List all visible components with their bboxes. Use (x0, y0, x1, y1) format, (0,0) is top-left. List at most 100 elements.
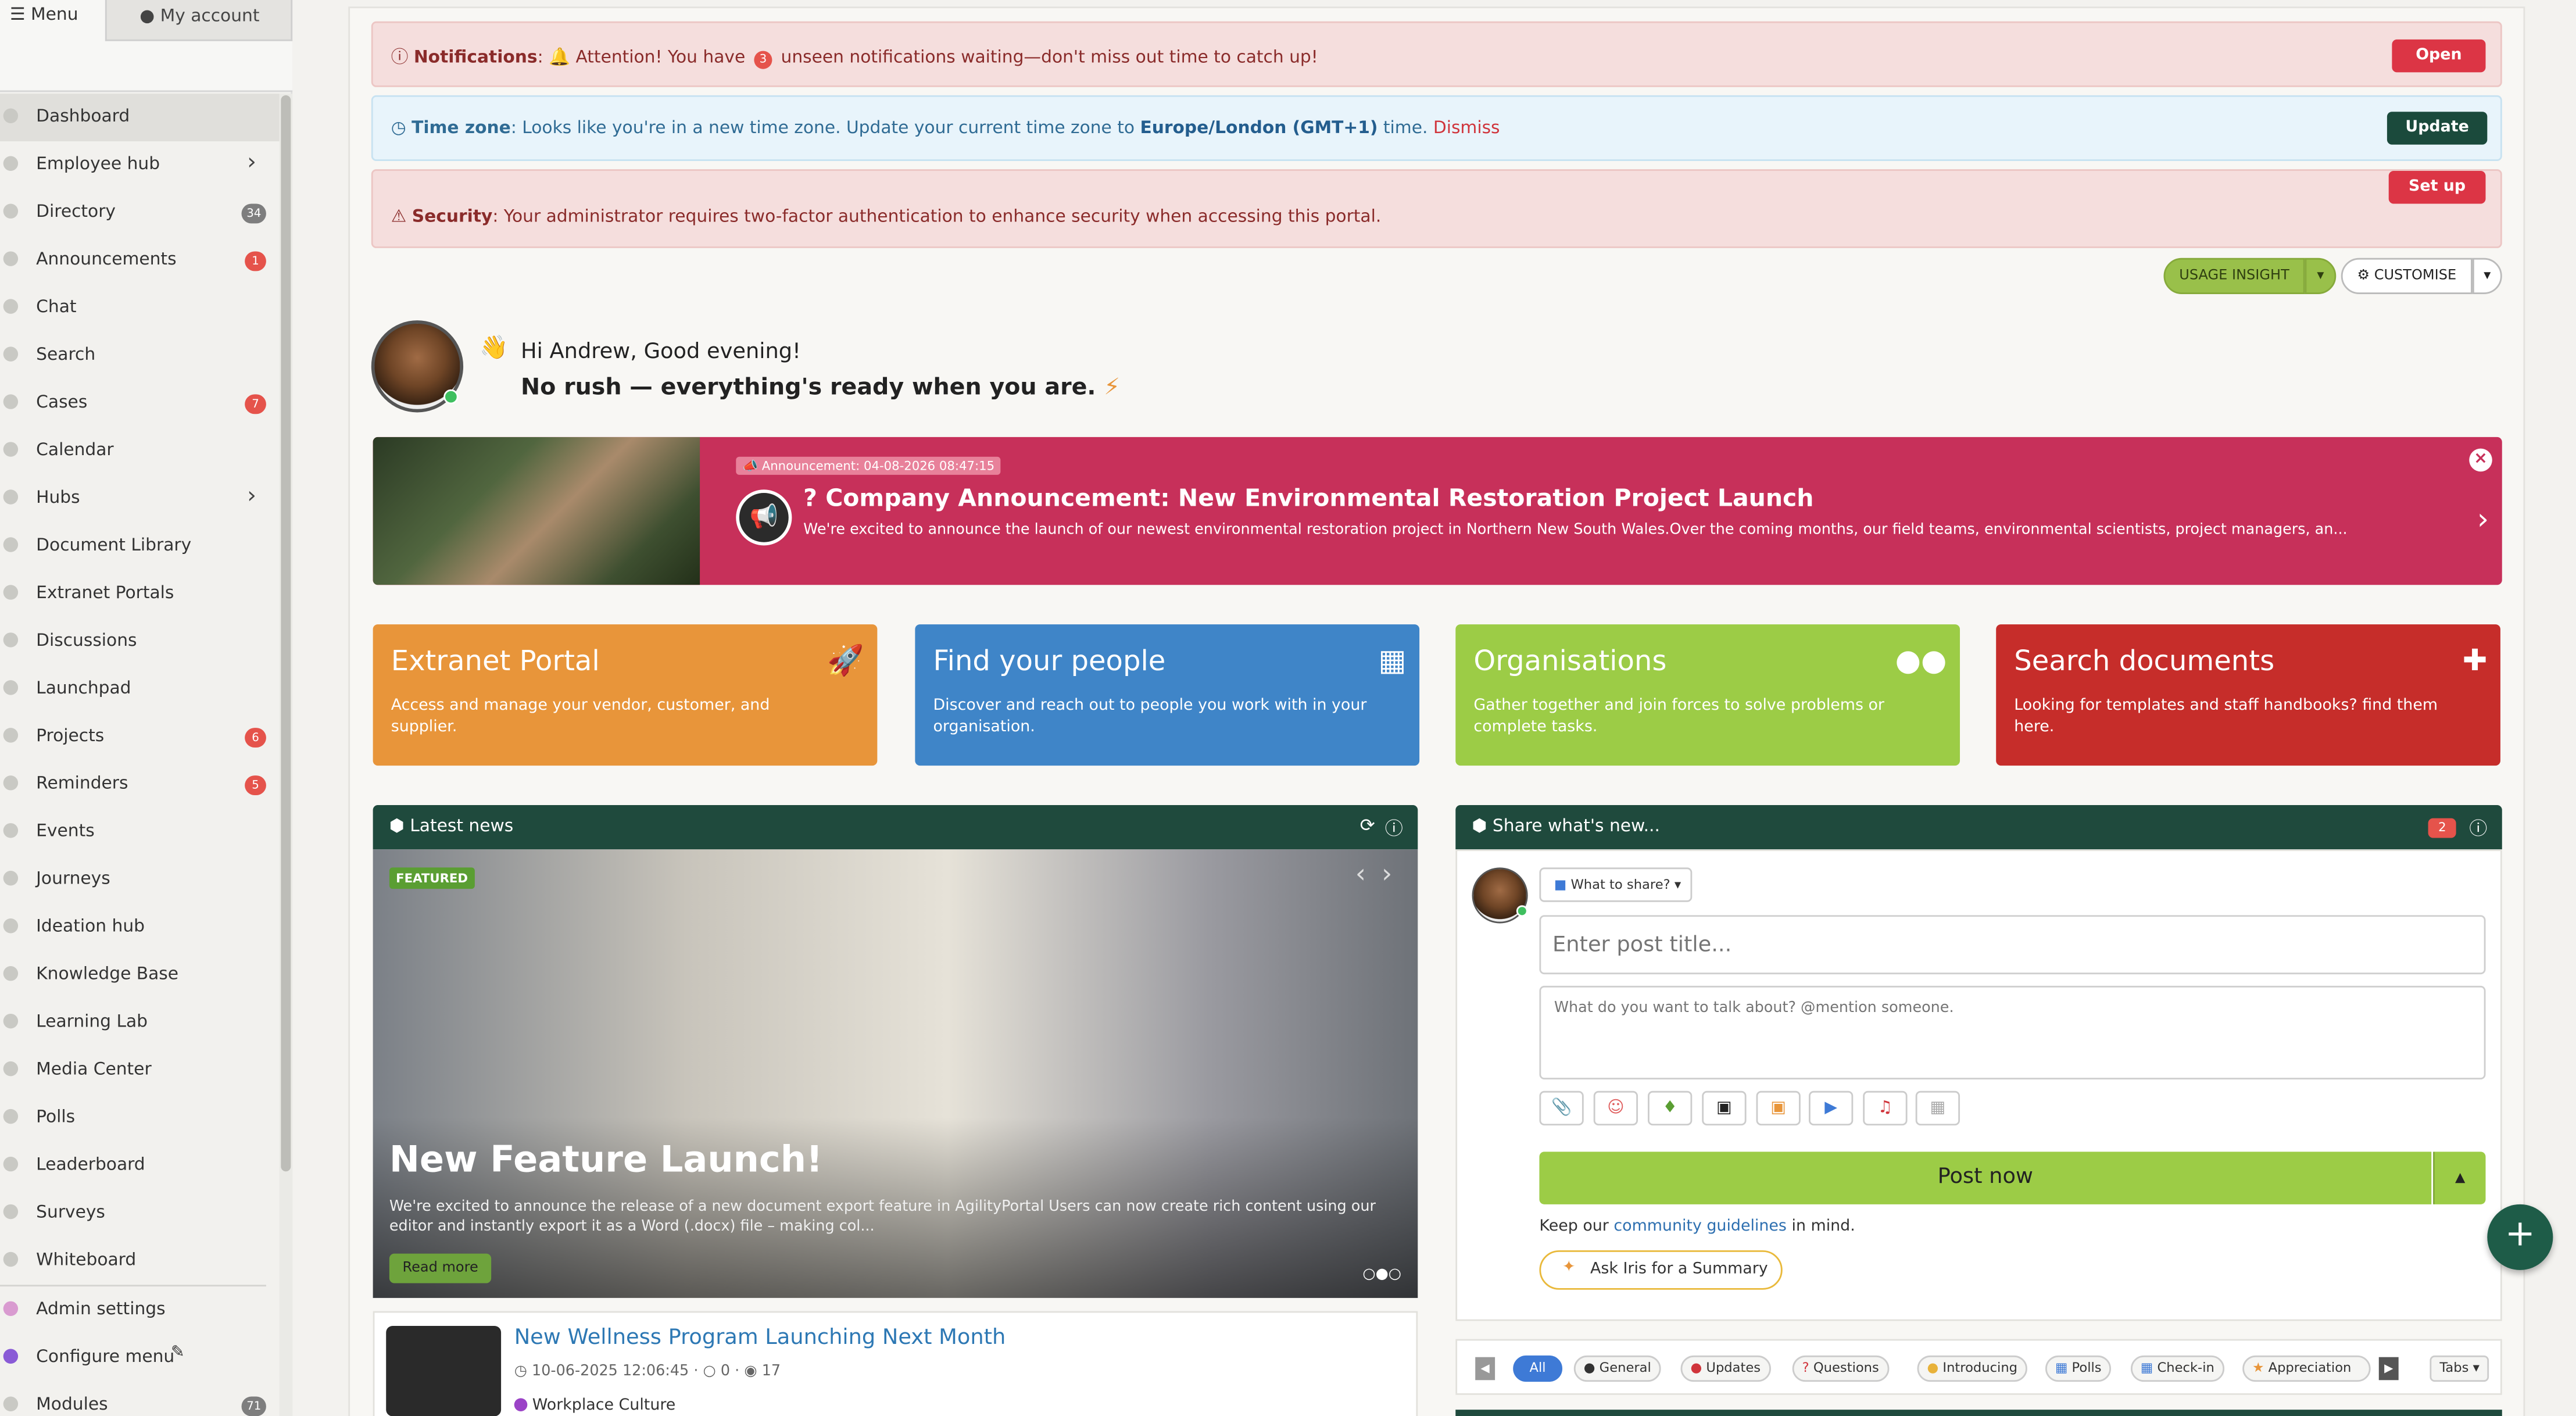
feed-bottom-bar (1455, 1410, 2502, 1416)
dismiss-timezone-link[interactable]: Dismiss (1433, 119, 1500, 138)
sidebar-item-chat[interactable]: Chat (0, 284, 280, 332)
tab-introducing[interactable]: ● Introducing (1917, 1355, 2027, 1382)
share-type-icon: ■ (1554, 877, 1567, 892)
hamburger-icon: ☰ (9, 5, 26, 25)
community-guidelines-link[interactable]: community guidelines (1613, 1217, 1787, 1235)
setup-2fa-button[interactable]: Set up (2388, 170, 2486, 204)
sidebar-scrollbar-thumb[interactable] (281, 95, 291, 1172)
sidebar-item-hubs[interactable]: Hubs › (0, 475, 280, 523)
ask-iris-button[interactable]: ✦ Ask Iris for a Summary (1539, 1250, 1783, 1290)
audio-button[interactable]: ♫ (1863, 1090, 1908, 1126)
news-slide-title[interactable]: New Feature Launch! (389, 1140, 823, 1182)
sidebar-item-search[interactable]: Search (0, 332, 280, 380)
sidebar-item-projects[interactable]: Projects 6 (0, 713, 280, 761)
read-more-button[interactable]: Read more (389, 1253, 492, 1283)
sidebar-item-dashboard[interactable]: Dashboard (0, 94, 280, 142)
sidebar-item-surveys[interactable]: Surveys (0, 1189, 280, 1237)
news-item-category[interactable]: Workplace Culture (514, 1397, 675, 1415)
news-item-meta: ◷ 10-06-2025 12:06:45 · ○ 0 · ◉ 17 (514, 1363, 781, 1381)
carousel-dots[interactable]: ○●○ (1362, 1267, 1401, 1283)
checkin-icon: ▦ (2140, 1360, 2153, 1375)
sidebar-nav: Dashboard Employee hub › Directory 34 Anno… (0, 94, 280, 1416)
tabs-scroll-left-icon[interactable]: ◀ (1475, 1357, 1495, 1381)
post-title-input[interactable] (1539, 915, 2486, 975)
tab-general[interactable]: ● General (1573, 1355, 1661, 1382)
announcement-banner[interactable]: 📣 Announcement: 04-08-2026 08:47:15 📢 ? … (373, 437, 2502, 585)
sidebar-item-polls[interactable]: Polls (0, 1094, 280, 1142)
sidebar-item-cases[interactable]: Cases 7 (0, 380, 280, 427)
sidebar-item-employee-hub[interactable]: Employee hub › (0, 141, 280, 189)
sidebar-item-ideation-hub[interactable]: Ideation hub (0, 904, 280, 952)
tabs-scroll-right-icon[interactable]: ▶ (2378, 1357, 2399, 1381)
attach-button[interactable]: 📎 (1539, 1090, 1584, 1126)
events-icon (3, 823, 19, 838)
sidebar-item-learning-lab[interactable]: Learning Lab (0, 999, 280, 1047)
sidebar-item-journeys[interactable]: Journeys (0, 856, 280, 904)
comment-icon: ○ (703, 1363, 716, 1381)
featured-news-slide[interactable]: FEATURED ‹ › New Feature Launch! We're e… (373, 849, 1418, 1298)
sidebar-item-launchpad[interactable]: Launchpad (0, 666, 280, 713)
camera-button[interactable]: ▣ (1702, 1090, 1747, 1126)
video-button[interactable]: ▶ (1808, 1090, 1854, 1126)
timezone-alert: ◷ Time zone: Looks like you're in a new … (371, 95, 2502, 161)
sidebar-item-calendar[interactable]: Calendar (0, 427, 280, 475)
my-account-tab[interactable]: ● My account (105, 0, 293, 41)
sidebar-item-leaderboard[interactable]: Leaderboard (0, 1142, 280, 1189)
image-button[interactable]: ▣ (1756, 1090, 1801, 1126)
info-icon[interactable]: ⓘ (1385, 815, 1403, 841)
sidebar-item-announcements[interactable]: Announcements 1 (0, 237, 280, 284)
tile-organisations[interactable]: Organisations Gather together and join f… (1455, 624, 1960, 766)
tile-find-your-people[interactable]: Find your people Discover and reach out … (915, 624, 1420, 766)
chevron-right-icon[interactable]: › (2477, 503, 2489, 537)
tab-updates[interactable]: ● Updates (1680, 1355, 1771, 1382)
sidebar-item-discussions[interactable]: Discussions (0, 618, 280, 666)
sidebar-item-extranet-portals[interactable]: Extranet Portals (0, 570, 280, 618)
customise-button[interactable]: ⚙ CUSTOMISE (2341, 258, 2473, 294)
chevron-right-icon[interactable]: › (1382, 857, 1392, 889)
sidebar-item-media-center[interactable]: Media Center (0, 1046, 280, 1094)
poll-icon: ▦ (2055, 1360, 2068, 1375)
tile-search-documents[interactable]: Search documents Looking for templates a… (1996, 624, 2500, 766)
map-button[interactable]: ▦ (1915, 1090, 1960, 1126)
emoji-button[interactable]: ☺ (1593, 1090, 1638, 1126)
post-now-button[interactable]: Post now (1539, 1152, 2432, 1204)
refresh-icon[interactable]: ⟳ (1360, 815, 1375, 836)
sidebar-item-directory[interactable]: Directory 34 (0, 189, 280, 237)
tile-extranet-portal[interactable]: Extranet Portal Access and manage your v… (373, 624, 878, 766)
sidebar-item-configure-menu[interactable]: Configure menu ✎ (0, 1334, 280, 1382)
tab-questions[interactable]: ? Questions (1792, 1355, 1889, 1382)
sidebar-item-events[interactable]: Events (0, 809, 280, 856)
announcement-title[interactable]: ? Company Announcement: New Environmenta… (803, 487, 1813, 513)
news-item-title[interactable]: New Wellness Program Launching Next Mont… (514, 1326, 1006, 1350)
post-options-dropdown[interactable]: ▲ (2433, 1152, 2486, 1204)
media-icon (3, 1061, 19, 1077)
announcement-date-tag: 📣 Announcement: 04-08-2026 08:47:15 (736, 456, 1001, 475)
sidebar-item-whiteboard[interactable]: Whiteboard (0, 1237, 280, 1285)
post-body-textarea[interactable] (1539, 985, 2486, 1080)
gif-button[interactable]: ♦ (1647, 1090, 1693, 1126)
chevron-left-icon[interactable]: ‹ (1355, 857, 1366, 889)
tab-appreciation[interactable]: ★ Appreciation (2242, 1355, 2371, 1382)
add-fab-button[interactable]: + (2487, 1204, 2553, 1270)
tab-check-in[interactable]: ▦ Check-in (2130, 1355, 2224, 1382)
tab-polls[interactable]: ▦ Polls (2045, 1355, 2112, 1382)
update-timezone-button[interactable]: Update (2387, 112, 2488, 145)
menu-button[interactable]: ☰ Menu (10, 5, 78, 24)
sidebar-item-knowledge-base[interactable]: Knowledge Base (0, 952, 280, 999)
usage-insight-button[interactable]: USAGE INSIGHT (2163, 258, 2305, 294)
info-icon[interactable]: ⓘ (2469, 815, 2487, 841)
sidebar-item-reminders[interactable]: Reminders 5 (0, 761, 280, 809)
sidebar-item-document-library[interactable]: Document Library (0, 523, 280, 570)
sidebar-item-admin-settings[interactable]: Admin settings (0, 1286, 280, 1334)
sidebar-item-modules[interactable]: Modules 71 (0, 1382, 280, 1416)
tabs-menu-dropdown[interactable]: Tabs ▾ (2430, 1355, 2489, 1382)
close-icon[interactable]: × (2469, 448, 2492, 472)
eye-icon: ◉ (744, 1363, 757, 1381)
what-to-share-dropdown[interactable]: ■ What to share? ▾ (1539, 867, 1693, 902)
open-notifications-button[interactable]: Open (2392, 39, 2486, 73)
frog-icon: ♦ (1662, 1099, 1677, 1118)
news-list-item[interactable]: New Wellness Program Launching Next Mont… (373, 1311, 1418, 1416)
cases-icon (3, 394, 19, 409)
tab-all[interactable]: All (1513, 1355, 1562, 1382)
sparkle-icon: ✦ (1562, 1258, 1576, 1277)
